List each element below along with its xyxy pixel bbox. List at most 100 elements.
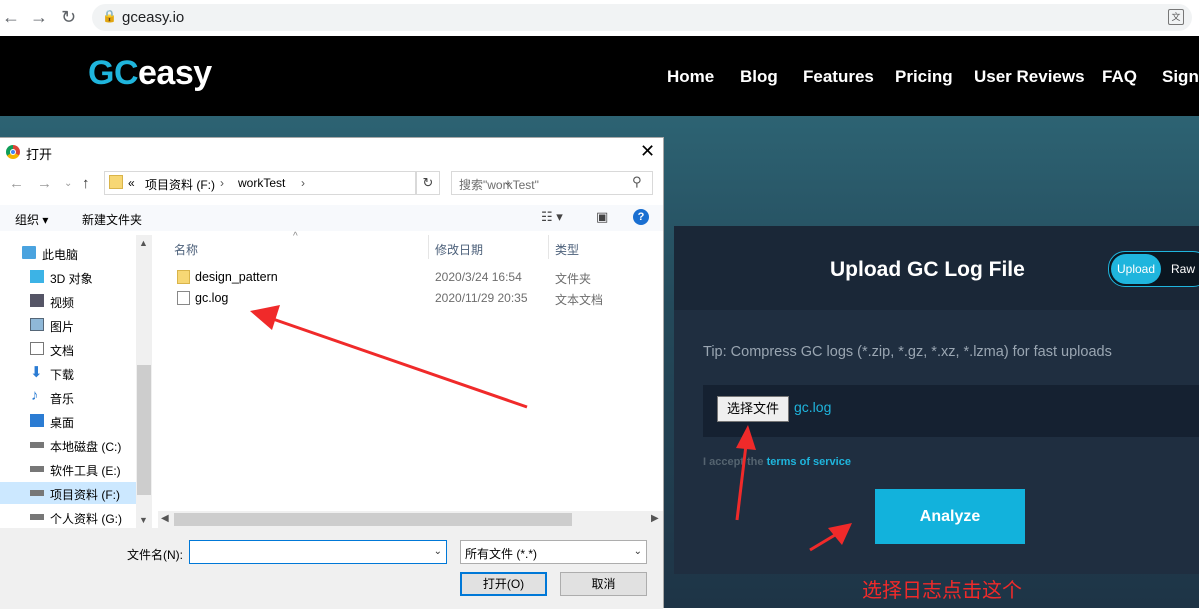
chosen-file-name: gc.log: [794, 399, 832, 415]
upload-raw-toggle[interactable]: Upload Raw: [1108, 251, 1199, 287]
nav-home[interactable]: Home: [667, 67, 714, 87]
choose-file-button[interactable]: 选择文件: [717, 396, 789, 422]
documents-icon: [30, 342, 44, 355]
dialog-footer: 文件名(N): ⌄ 所有文件 (*.*) ⌄ 打开(O) 取消: [0, 528, 663, 609]
computer-icon: [22, 246, 36, 259]
forward-icon[interactable]: →: [30, 6, 48, 28]
dialog-titlebar: 打开 ✕: [0, 138, 663, 166]
navigation-pane: 此电脑 3D 对象 视频 图片 文档 ⬇ 下载 ♪ 音乐 桌面 本地磁盘 (C:…: [0, 235, 152, 528]
scroll-right-icon[interactable]: ▶: [651, 513, 659, 524]
nav-item-drive-e[interactable]: 软件工具 (E:): [0, 458, 136, 480]
scroll-left-icon[interactable]: ◀: [161, 513, 169, 524]
url-text: gceasy.io: [122, 9, 185, 26]
file-type-select[interactable]: 所有文件 (*.*) ⌄: [460, 540, 647, 564]
drive-icon: [30, 490, 44, 496]
compress-tip: Tip: Compress GC logs (*.zip, *.gz, *.xz…: [703, 344, 1112, 360]
nav-pricing[interactable]: Pricing: [895, 67, 953, 87]
drive-icon: [30, 514, 44, 520]
up-folder-icon[interactable]: ↑: [82, 175, 90, 192]
3d-objects-icon: [30, 270, 44, 283]
nav-item-desktop[interactable]: 桌面: [0, 410, 136, 432]
hscroll-thumb[interactable]: [174, 513, 572, 526]
filename-input[interactable]: ⌄: [189, 540, 447, 564]
sort-ascending-icon: ^: [293, 231, 298, 242]
chevron-down-icon[interactable]: ⌄: [434, 546, 442, 557]
breadcrumb[interactable]: « 项目资料 (F:) › workTest › ⌄: [104, 171, 512, 195]
address-bar[interactable]: 🔒 gceasy.io 文: [92, 4, 1192, 31]
search-input[interactable]: 搜索"workTest" ⚲: [451, 171, 653, 195]
nav-blog[interactable]: Blog: [740, 67, 778, 87]
nav-item-drive-c[interactable]: 本地磁盘 (C:): [0, 434, 136, 456]
video-icon: [30, 294, 44, 307]
drive-icon: [30, 466, 44, 472]
toggle-raw[interactable]: Raw: [1171, 252, 1195, 286]
site-header: GCeasy Home Blog Features Pricing User R…: [0, 36, 1199, 116]
analyze-button[interactable]: Analyze: [875, 489, 1025, 544]
cancel-button[interactable]: 取消: [560, 572, 647, 596]
folder-icon: [177, 270, 190, 284]
scroll-up-icon[interactable]: ▲: [139, 238, 148, 248]
nav-scrollbar[interactable]: ▲ ▼: [136, 235, 152, 528]
search-icon[interactable]: ⚲: [632, 174, 642, 190]
organize-button[interactable]: 组织 ▾: [15, 211, 48, 228]
help-icon[interactable]: ?: [633, 209, 649, 225]
horizontal-scrollbar[interactable]: ◀ ▶: [158, 511, 663, 528]
scroll-down-icon[interactable]: ▼: [139, 515, 148, 525]
translate-icon[interactable]: 文: [1168, 9, 1184, 25]
nav-faq[interactable]: FAQ: [1102, 67, 1137, 87]
toggle-upload[interactable]: Upload: [1111, 254, 1161, 284]
file-input-area: 选择文件 gc.log: [703, 385, 1199, 437]
chrome-icon: [6, 145, 20, 159]
nav-item-this-pc[interactable]: 此电脑: [0, 242, 136, 264]
file-row-gc-log[interactable]: gc.log 2020/11/29 20:35 文本文档: [173, 288, 653, 308]
open-file-dialog: 打开 ✕ ← → ⌄ ↑ « 项目资料 (F:) › workTest › ⌄ …: [0, 137, 664, 609]
drive-icon: [30, 442, 44, 448]
nav-item-music[interactable]: ♪ 音乐: [0, 386, 136, 408]
accept-terms: I accept the terms of service: [703, 456, 851, 468]
lock-icon: 🔒: [102, 9, 117, 23]
annotation-text: 选择日志点击这个: [862, 580, 1022, 602]
column-date[interactable]: 修改日期: [435, 241, 483, 258]
open-button[interactable]: 打开(O): [460, 572, 547, 596]
desktop-icon: [30, 414, 44, 427]
panel-title: Upload GC Log File: [830, 258, 1025, 281]
nav-user-reviews[interactable]: User Reviews: [974, 67, 1085, 87]
preview-pane-icon[interactable]: ▣: [596, 209, 608, 225]
file-row-design-pattern[interactable]: design_pattern 2020/3/24 16:54 文件夹: [173, 267, 653, 287]
reload-icon[interactable]: ↻: [61, 6, 76, 28]
recent-dropdown-icon[interactable]: ⌄: [64, 178, 72, 189]
new-folder-button[interactable]: 新建文件夹: [82, 211, 142, 228]
dialog-address-row: ← → ⌄ ↑ « 项目资料 (F:) › workTest › ⌄ ↻ 搜索"…: [0, 171, 663, 197]
nav-item-videos[interactable]: 视频: [0, 290, 136, 312]
pictures-icon: [30, 318, 44, 331]
refresh-icon[interactable]: ↻: [416, 171, 440, 195]
upload-panel: Upload GC Log File Upload Raw Tip: Compr…: [674, 226, 1199, 574]
nav-item-drive-f[interactable]: 项目资料 (F:): [0, 482, 136, 504]
chevron-down-icon[interactable]: ⌄: [634, 546, 642, 557]
nav-features[interactable]: Features: [803, 67, 874, 87]
music-icon: ♪: [31, 387, 39, 404]
nav-item-documents[interactable]: 文档: [0, 338, 136, 360]
view-options-icon[interactable]: ☷ ▾: [541, 209, 563, 225]
back-arrow-icon[interactable]: ←: [9, 175, 24, 192]
crumb-drive[interactable]: 项目资料 (F:): [145, 176, 215, 193]
dialog-title: 打开: [26, 147, 53, 162]
nav-item-drive-g[interactable]: 个人资料 (G:): [0, 506, 136, 528]
filename-label: 文件名(N):: [127, 548, 183, 562]
panel-header: Upload GC Log File Upload Raw: [674, 226, 1199, 310]
forward-arrow-icon[interactable]: →: [37, 175, 52, 192]
nav-sign[interactable]: Sign: [1162, 67, 1199, 87]
terms-link[interactable]: terms of service: [767, 456, 851, 468]
nav-item-3d-objects[interactable]: 3D 对象: [0, 266, 136, 288]
column-type[interactable]: 类型: [555, 241, 579, 258]
close-icon[interactable]: ✕: [640, 141, 655, 162]
text-file-icon: [177, 291, 190, 305]
scroll-thumb[interactable]: [137, 365, 151, 495]
folder-icon: [109, 175, 123, 189]
column-name[interactable]: 名称: [174, 241, 198, 258]
nav-item-downloads[interactable]: ⬇ 下载: [0, 362, 136, 384]
site-logo[interactable]: GCeasy: [88, 54, 212, 93]
nav-item-pictures[interactable]: 图片: [0, 314, 136, 336]
back-icon[interactable]: ←: [2, 6, 20, 28]
crumb-folder[interactable]: workTest: [238, 176, 285, 190]
